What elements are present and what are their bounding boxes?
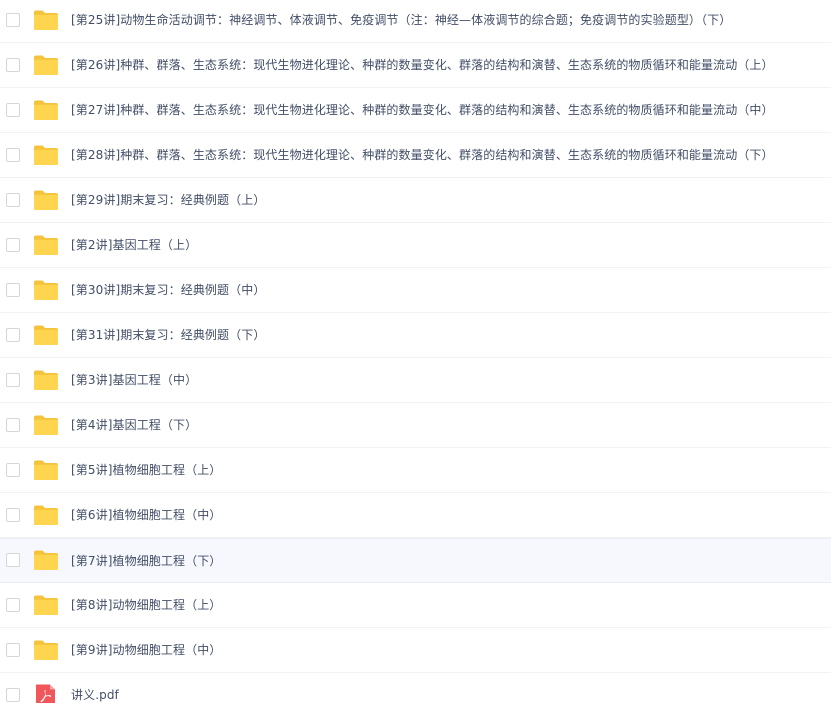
file-name[interactable]: [第2讲]基因工程（上）	[71, 236, 197, 253]
folder-icon	[33, 189, 59, 211]
select-checkbox[interactable]	[6, 687, 20, 702]
file-name[interactable]: [第8讲]动物细胞工程（上）	[71, 596, 221, 613]
folder-icon	[33, 99, 59, 121]
list-item[interactable]: [第2讲]基因工程（上）	[0, 223, 831, 268]
file-name[interactable]: [第6讲]植物细胞工程（中）	[71, 506, 221, 523]
list-item[interactable]: [第31讲]期末复习：经典例题（下）	[0, 313, 831, 358]
file-name[interactable]: [第30讲]期末复习：经典例题（中）	[71, 281, 265, 298]
select-checkbox[interactable]	[6, 327, 20, 342]
folder-icon	[33, 594, 59, 616]
file-name[interactable]: [第9讲]动物细胞工程（中）	[71, 641, 221, 658]
list-item[interactable]: [第25讲]动物生命活动调节：神经调节、体液调节、免疫调节（注：神经—体液调节的…	[0, 0, 831, 43]
select-checkbox[interactable]	[6, 237, 20, 252]
file-name[interactable]: [第3讲]基因工程（中）	[71, 371, 197, 388]
folder-icon	[33, 279, 59, 301]
folder-icon	[33, 639, 59, 661]
file-name[interactable]: [第29讲]期末复习：经典例题（上）	[71, 191, 265, 208]
folder-icon	[33, 9, 59, 31]
file-name[interactable]: [第4讲]基因工程（下）	[71, 416, 197, 433]
select-checkbox[interactable]	[6, 102, 20, 117]
list-item[interactable]: [第4讲]基因工程（下）	[0, 403, 831, 448]
list-item[interactable]: [第7讲]植物细胞工程（下）	[0, 537, 831, 583]
list-item[interactable]: [第3讲]基因工程（中）	[0, 358, 831, 403]
select-checkbox[interactable]	[6, 147, 20, 162]
select-checkbox[interactable]	[6, 553, 20, 567]
file-name[interactable]: [第7讲]植物细胞工程（下）	[71, 552, 221, 569]
file-name[interactable]: [第28讲]种群、群落、生态系统：现代生物进化理论、种群的数量变化、群落的结构和…	[71, 146, 774, 163]
select-checkbox[interactable]	[6, 417, 20, 432]
file-name[interactable]: [第25讲]动物生命活动调节：神经调节、体液调节、免疫调节（注：神经—体液调节的…	[71, 11, 731, 28]
file-name[interactable]: [第26讲]种群、群落、生态系统：现代生物进化理论、种群的数量变化、群落的结构和…	[71, 56, 774, 73]
list-item[interactable]: [第30讲]期末复习：经典例题（中）	[0, 268, 831, 313]
file-name[interactable]: 讲义.pdf	[71, 686, 119, 703]
list-item[interactable]: [第5讲]植物细胞工程（上）	[0, 448, 831, 493]
list-item[interactable]: [第6讲]植物细胞工程（中）	[0, 493, 831, 538]
file-list: [第25讲]动物生命活动调节：神经调节、体液调节、免疫调节（注：神经—体液调节的…	[0, 0, 831, 703]
list-item[interactable]: [第28讲]种群、群落、生态系统：现代生物进化理论、种群的数量变化、群落的结构和…	[0, 133, 831, 178]
select-checkbox[interactable]	[6, 642, 20, 657]
list-item[interactable]: [第9讲]动物细胞工程（中）	[0, 628, 831, 673]
folder-icon	[33, 144, 59, 166]
file-name[interactable]: [第31讲]期末复习：经典例题（下）	[71, 326, 265, 343]
folder-icon	[33, 234, 59, 256]
folder-icon	[33, 549, 59, 571]
list-item[interactable]: 讲义.pdf	[0, 673, 831, 703]
list-item[interactable]: [第26讲]种群、群落、生态系统：现代生物进化理论、种群的数量变化、群落的结构和…	[0, 43, 831, 88]
file-name[interactable]: [第5讲]植物细胞工程（上）	[71, 461, 221, 478]
folder-icon	[33, 504, 59, 526]
select-checkbox[interactable]	[6, 507, 20, 522]
folder-icon	[33, 324, 59, 346]
select-checkbox[interactable]	[6, 12, 20, 27]
select-checkbox[interactable]	[6, 57, 20, 72]
select-checkbox[interactable]	[6, 597, 20, 612]
list-item[interactable]: [第8讲]动物细胞工程（上）	[0, 583, 831, 628]
file-name[interactable]: [第27讲]种群、群落、生态系统：现代生物进化理论、种群的数量变化、群落的结构和…	[71, 101, 774, 118]
select-checkbox[interactable]	[6, 372, 20, 387]
folder-icon	[33, 459, 59, 481]
list-item[interactable]: [第29讲]期末复习：经典例题（上）	[0, 178, 831, 223]
folder-icon	[33, 369, 59, 391]
list-item[interactable]: [第27讲]种群、群落、生态系统：现代生物进化理论、种群的数量变化、群落的结构和…	[0, 88, 831, 133]
select-checkbox[interactable]	[6, 282, 20, 297]
folder-icon	[33, 414, 59, 436]
select-checkbox[interactable]	[6, 192, 20, 207]
folder-icon	[33, 54, 59, 76]
select-checkbox[interactable]	[6, 462, 20, 477]
pdf-icon	[33, 684, 59, 703]
